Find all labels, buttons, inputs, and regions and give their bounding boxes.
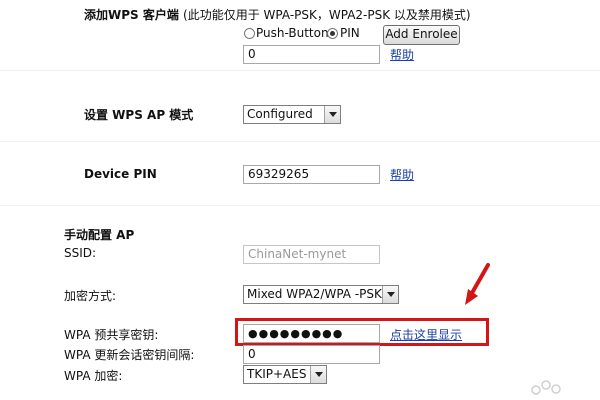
red-arrow-icon [465, 263, 490, 305]
encryption-select[interactable]: Mixed WPA2/WPA -PSK [243, 285, 399, 304]
psk-label: WPA 预共享密钥: [64, 328, 159, 342]
wpa-cipher-select[interactable]: TKIP+AES [243, 365, 327, 384]
wps-ap-mode-label: 设置 WPS AP 模式 [84, 108, 194, 122]
ssid-label: SSID: [64, 246, 97, 260]
divider [0, 205, 600, 206]
rekey-interval-label: WPA 更新会话密钥间隔: [64, 348, 195, 362]
encryption-label: 加密方式: [64, 289, 117, 303]
add-enrolee-button[interactable]: Add Enrolee [383, 25, 460, 45]
pin-radio-label: PIN [340, 26, 360, 40]
add-wps-client-title: 添加WPS 客户端 [84, 8, 179, 22]
highlight-box [235, 318, 489, 346]
wps-ap-mode-value: Configured [247, 107, 313, 121]
wps-pin-input[interactable]: 0 [243, 45, 380, 64]
chevron-down-icon[interactable] [324, 106, 340, 123]
divider [0, 141, 600, 142]
add-wps-client-note: (此功能仅用于 WPA-PSK，WPA2-PSK 以及禁用模式) [183, 8, 471, 22]
encryption-value: Mixed WPA2/WPA -PSK [247, 287, 382, 301]
add-wps-client-label: 添加WPS 客户端 (此功能仅用于 WPA-PSK，WPA2-PSK 以及禁用模… [84, 6, 471, 23]
chevron-down-icon[interactable] [310, 366, 326, 383]
device-pin-help-link[interactable]: 帮助 [390, 166, 414, 183]
push-button-radio-label: Push-Button [256, 26, 329, 40]
wps-ap-mode-select[interactable]: Configured [243, 105, 341, 124]
device-pin-label: Device PIN [84, 167, 157, 181]
device-pin-field[interactable]: 69329265 [243, 165, 380, 184]
push-button-radio[interactable] [244, 28, 255, 39]
manual-ap-section-title: 手动配置 AP [64, 228, 135, 242]
rekey-interval-input[interactable]: 0 [243, 345, 380, 364]
wps-pin-help-link[interactable]: 帮助 [390, 46, 414, 63]
pin-radio[interactable] [327, 28, 338, 39]
divider [0, 70, 600, 71]
ssid-input[interactable]: ChinaNet-mynet [243, 245, 380, 264]
watermark-paw-icon [531, 380, 561, 395]
wpa-cipher-label: WPA 加密: [64, 369, 123, 383]
wpa-cipher-value: TKIP+AES [247, 367, 307, 381]
chevron-down-icon[interactable] [382, 286, 398, 303]
